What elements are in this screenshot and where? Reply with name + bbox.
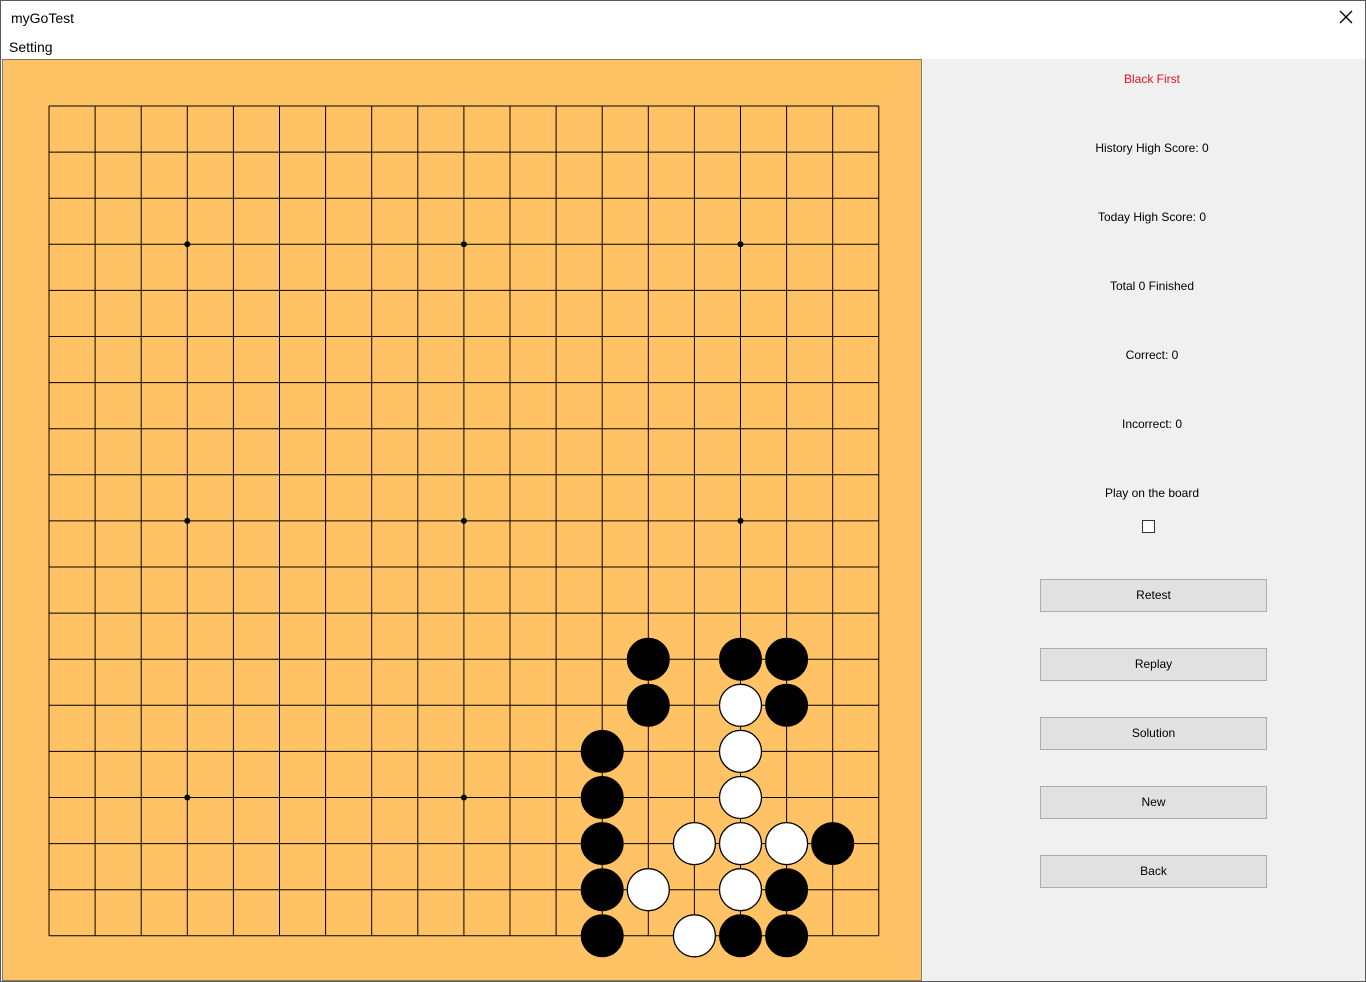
go-board[interactable] (3, 60, 921, 980)
black-stone[interactable] (720, 915, 762, 957)
play-on-board-label: Play on the board (923, 486, 1366, 500)
menu-bar: Setting (1, 33, 1365, 58)
black-stone[interactable] (766, 869, 808, 911)
star-point (184, 795, 190, 801)
star-point (738, 518, 744, 524)
star-point (184, 518, 190, 524)
black-stone[interactable] (581, 777, 623, 819)
today-high-score-label: Today High Score: 0 (923, 210, 1366, 224)
white-stone[interactable] (766, 823, 808, 865)
go-board-panel[interactable] (2, 59, 922, 981)
star-point (461, 518, 467, 524)
star-point (461, 795, 467, 801)
black-stone[interactable] (627, 684, 669, 726)
replay-button[interactable]: Replay (1040, 648, 1267, 681)
white-stone[interactable] (720, 777, 762, 819)
app-window: myGoTest Setting Black First History Hig… (0, 0, 1366, 982)
black-stone[interactable] (581, 823, 623, 865)
black-stone[interactable] (766, 684, 808, 726)
total-finished-label: Total 0 Finished (923, 279, 1366, 293)
menu-setting[interactable]: Setting (9, 39, 53, 55)
white-stone[interactable] (720, 684, 762, 726)
new-button[interactable]: New (1040, 786, 1267, 819)
history-high-score-label: History High Score: 0 (923, 141, 1366, 155)
play-on-board-checkbox[interactable] (1142, 520, 1155, 533)
close-icon (1339, 10, 1353, 24)
turn-status-label: Black First (923, 72, 1366, 86)
side-panel: Black First History High Score: 0 Today … (923, 59, 1365, 981)
star-point (184, 241, 190, 247)
white-stone[interactable] (720, 869, 762, 911)
white-stone[interactable] (720, 730, 762, 772)
incorrect-count-label: Incorrect: 0 (923, 417, 1366, 431)
black-stone[interactable] (812, 823, 854, 865)
black-stone[interactable] (581, 730, 623, 772)
white-stone[interactable] (627, 869, 669, 911)
black-stone[interactable] (720, 638, 762, 680)
white-stone[interactable] (673, 915, 715, 957)
title-bar: myGoTest (1, 1, 1365, 33)
solution-button[interactable]: Solution (1040, 717, 1267, 750)
window-title: myGoTest (11, 10, 74, 26)
black-stone[interactable] (766, 915, 808, 957)
black-stone[interactable] (581, 869, 623, 911)
star-point (738, 241, 744, 247)
black-stone[interactable] (581, 915, 623, 957)
black-stone[interactable] (627, 638, 669, 680)
star-point (461, 241, 467, 247)
retest-button[interactable]: Retest (1040, 579, 1267, 612)
back-button[interactable]: Back (1040, 855, 1267, 888)
black-stone[interactable] (766, 638, 808, 680)
white-stone[interactable] (720, 823, 762, 865)
correct-count-label: Correct: 0 (923, 348, 1366, 362)
close-button[interactable] (1327, 1, 1365, 33)
white-stone[interactable] (673, 823, 715, 865)
